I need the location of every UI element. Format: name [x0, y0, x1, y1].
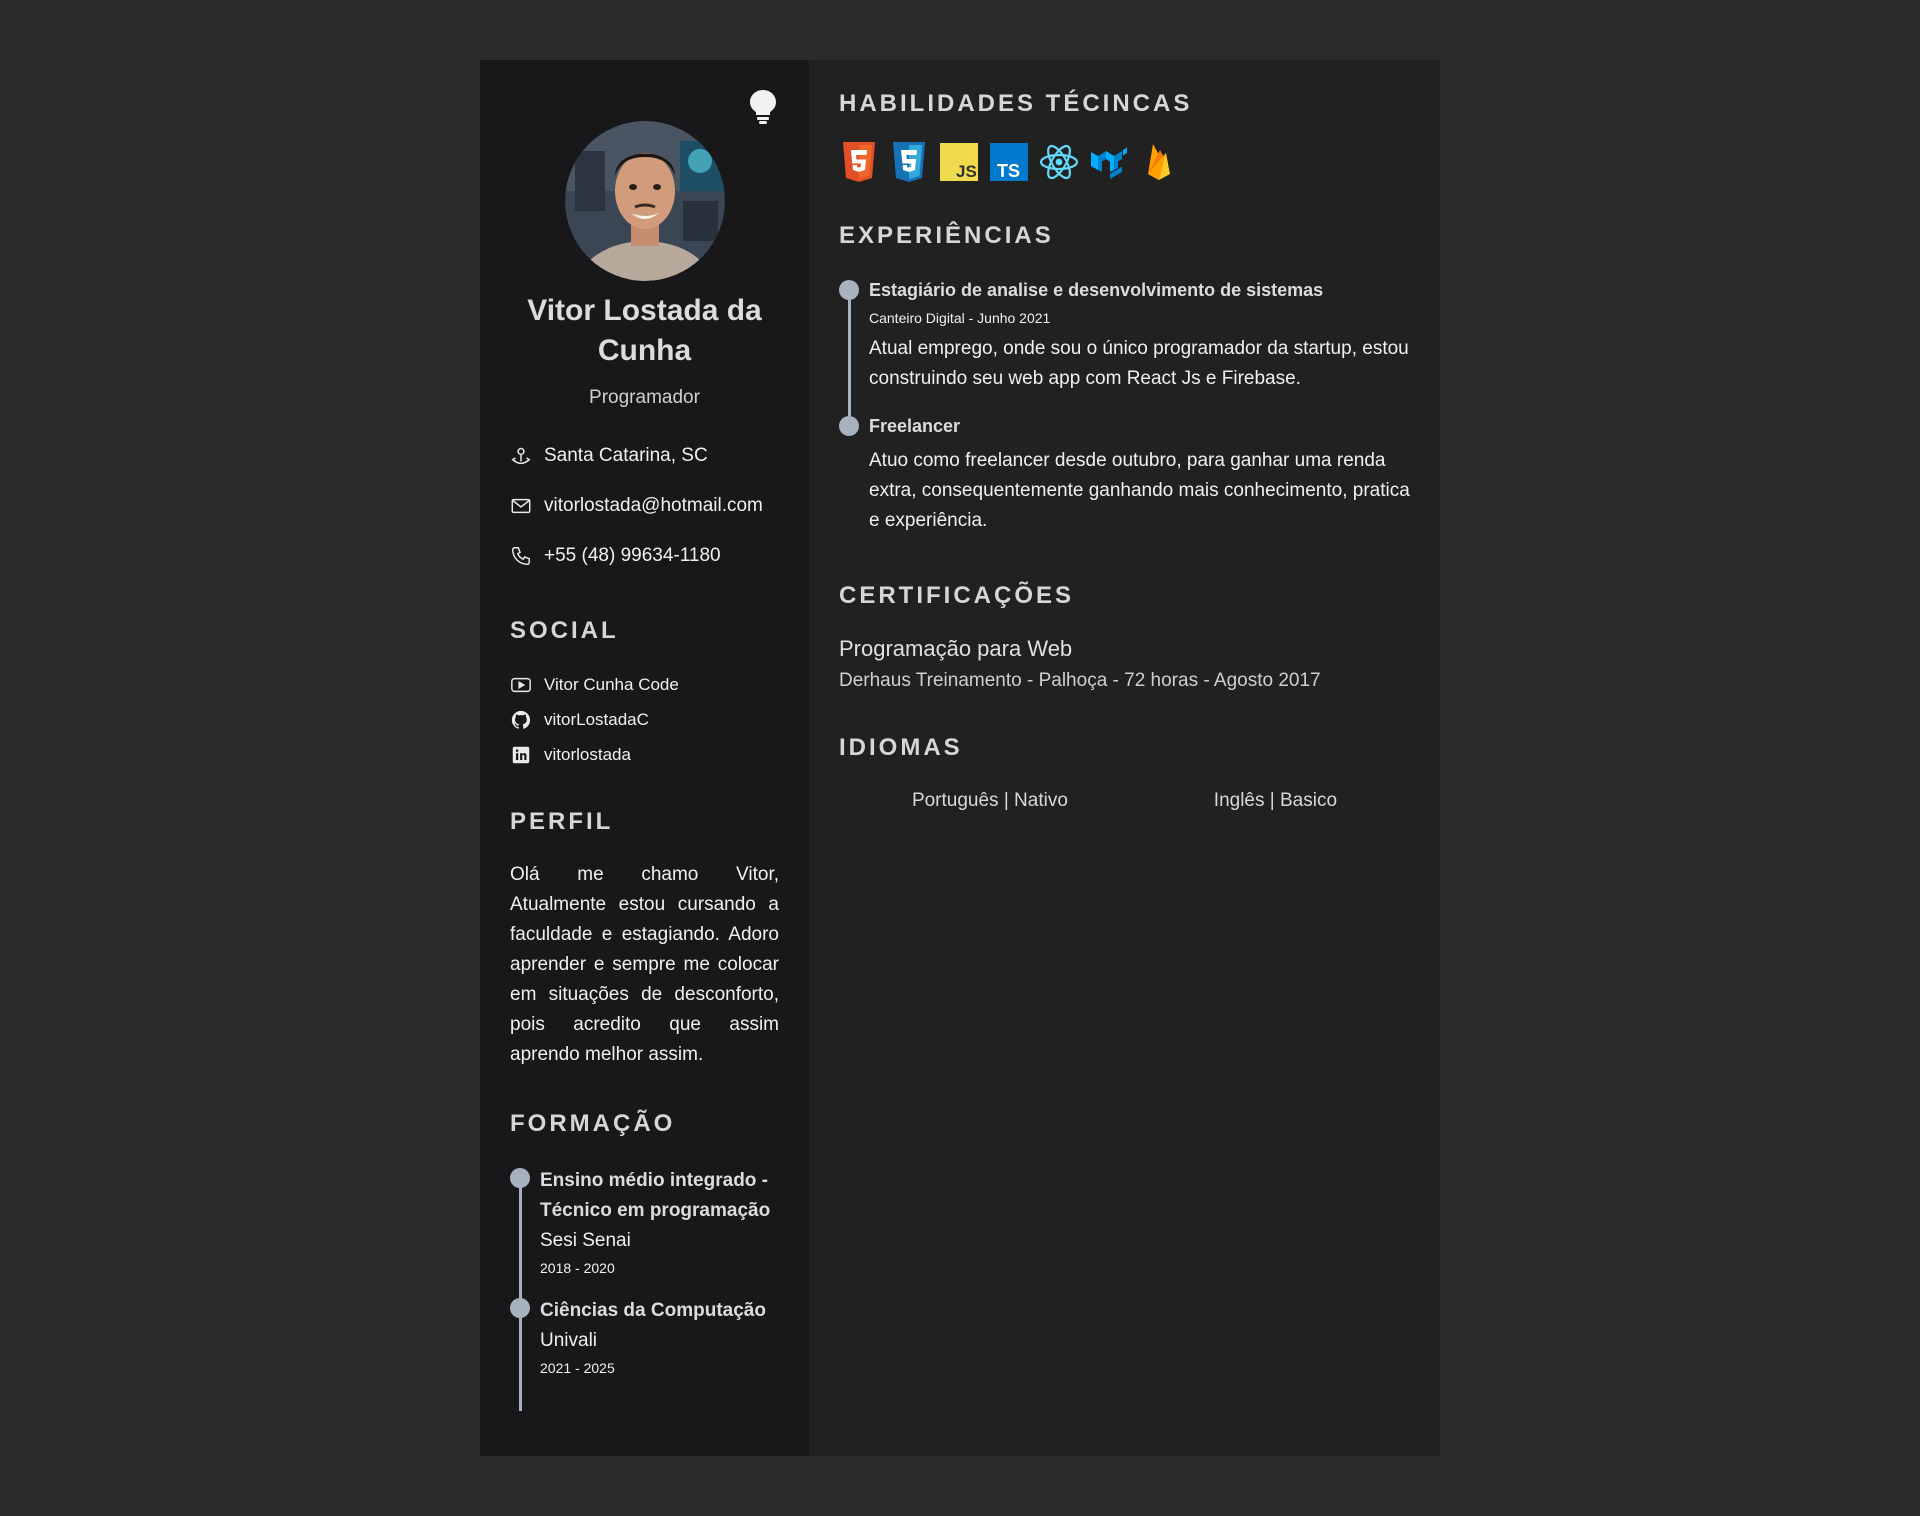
social-link-github[interactable]: vitorLostadaC — [510, 702, 779, 737]
edu-years: 2021 - 2025 — [540, 1360, 615, 1376]
profile-role: Programador — [589, 387, 700, 408]
linkedin-icon — [512, 746, 530, 763]
job-title: Estagiário de analise e desenvolvimento … — [869, 280, 1324, 300]
contact-email[interactable]: vitorlostada@hotmail.com — [510, 481, 779, 531]
social-link-youtube[interactable]: Vitor Cunha Code — [510, 667, 779, 702]
idiomas-title: IDIOMAS — [839, 734, 963, 761]
formacao-item: Ensino médio integrado - Técnico em prog… — [510, 1166, 779, 1276]
social-label: vitorlostada — [544, 744, 631, 764]
javascript-icon: JS — [939, 140, 979, 184]
timeline-dot — [839, 416, 859, 436]
perfil-text: Olá me chamo Vitor, Atualmente estou cur… — [510, 864, 779, 1065]
html5-icon — [839, 140, 879, 184]
svg-text:TS: TS — [997, 161, 1020, 181]
firebase-icon — [1139, 140, 1179, 184]
location-text: Santa Catarina, SC — [544, 445, 708, 466]
timeline-dot — [510, 1298, 530, 1318]
typescript-icon: TS — [989, 140, 1029, 184]
formacao-title: FORMAÇÃO — [510, 1110, 676, 1137]
email-text: vitorlostada@hotmail.com — [544, 495, 763, 516]
timeline-dot — [510, 1168, 530, 1188]
location-icon — [511, 447, 531, 465]
github-icon — [511, 710, 531, 729]
contact-phone[interactable]: +55 (48) 99634-1180 — [510, 531, 779, 581]
mail-icon — [511, 498, 531, 514]
timeline-dot — [839, 280, 859, 300]
job-meta: Canteiro Digital - Junho 2021 — [869, 310, 1051, 326]
social-list: Vitor Cunha Code vitorLostadaC vitorlost… — [510, 667, 779, 772]
experiencia-item: Estagiário de analise e desenvolvimento … — [839, 278, 1410, 394]
material-ui-icon — [1089, 140, 1129, 184]
edu-title: Ensino médio integrado - Técnico em prog… — [540, 1170, 771, 1221]
lightbulb-icon[interactable] — [747, 88, 779, 124]
social-label: Vitor Cunha Code — [544, 674, 679, 694]
contact-location: Santa Catarina, SC — [510, 431, 779, 481]
certificacoes-title: CERTIFICAÇÕES — [839, 582, 1075, 609]
experiencia-item: Freelancer Atuo como freelancer desde ou… — [839, 414, 1410, 536]
perfil-title: PERFIL — [510, 808, 614, 835]
language-item: Inglês | Basico — [1213, 790, 1338, 811]
css3-icon — [889, 140, 929, 184]
react-icon — [1039, 140, 1079, 184]
contact-info: Santa Catarina, SC vitorlostada@hotmail.… — [510, 431, 779, 581]
language-item: Português | Nativo — [911, 790, 1068, 811]
phone-icon — [512, 547, 530, 565]
social-label: vitorLostadaC — [544, 709, 649, 729]
skills-icons: JS TS — [839, 140, 1410, 184]
avatar — [564, 121, 725, 281]
formacao-timeline: Ensino médio integrado - Técnico em prog… — [510, 1166, 779, 1411]
social-link-linkedin[interactable]: vitorlostada — [510, 737, 779, 772]
resume: Vitor Lostada da Cunha Programador Santa… — [480, 60, 1440, 1456]
experiencias-timeline: Estagiário de analise e desenvolvimento … — [839, 278, 1410, 536]
edu-school: Univali — [540, 1330, 598, 1351]
youtube-icon — [511, 677, 531, 692]
job-title: Freelancer — [869, 416, 961, 436]
edu-school: Sesi Senai — [540, 1230, 631, 1251]
main-content: HABILIDADES TÉCINCAS JS TS EXPERIÊNCIAS … — [809, 60, 1440, 1456]
svg-text:JS: JS — [956, 162, 977, 181]
job-description: Atual emprego, onde sou o único programa… — [869, 338, 1409, 389]
cert-detail: Derhaus Treinamento - Palhoça - 72 horas… — [839, 670, 1321, 691]
social-title: SOCIAL — [510, 617, 619, 644]
idiomas-list: Português | Nativo Inglês | Basico — [839, 790, 1410, 812]
formacao-item: Ciências da Computação Univali 2021 - 20… — [510, 1296, 779, 1376]
job-description: Atuo como freelancer desde outubro, para… — [869, 450, 1410, 531]
experiencias-title: EXPERIÊNCIAS — [839, 222, 1054, 249]
edu-title: Ciências da Computação — [540, 1300, 766, 1321]
edu-years: 2018 - 2020 — [540, 1260, 615, 1276]
skills-title: HABILIDADES TÉCINCAS — [839, 90, 1193, 117]
sidebar: Vitor Lostada da Cunha Programador Santa… — [480, 60, 809, 1456]
phone-text: +55 (48) 99634-1180 — [544, 545, 721, 566]
profile-name: Vitor Lostada da Cunha — [527, 294, 762, 367]
cert-name: Programação para Web — [839, 636, 1073, 661]
